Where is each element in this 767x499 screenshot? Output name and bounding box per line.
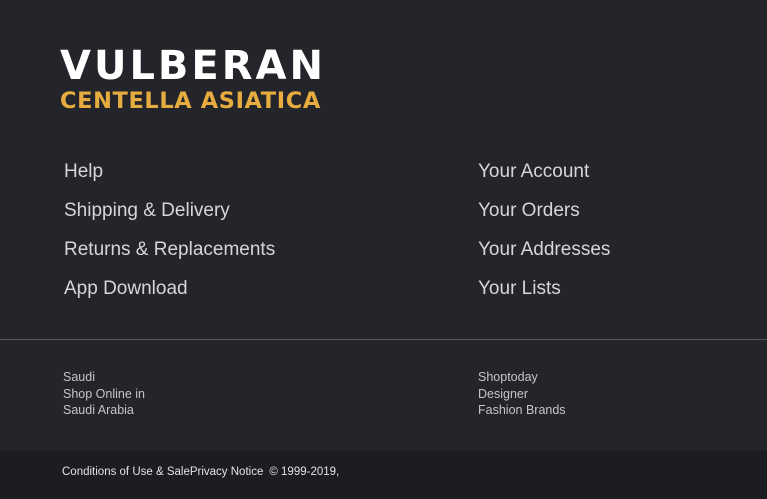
- brand-title: VULBERAN: [60, 43, 326, 89]
- promo-line-2: Designer: [478, 386, 529, 401]
- footer-link-help[interactable]: Help: [64, 158, 275, 197]
- promo-line-3: Fashion Brands: [478, 403, 566, 417]
- footer-divider: [0, 339, 767, 340]
- privacy-notice-link[interactable]: Privacy Notice: [190, 466, 264, 478]
- promo-link[interactable]: Shoptoday Designer Fashion Brands: [478, 369, 566, 419]
- footer-main: VULBERAN CENTELLA ASIATICA Help Shipping…: [0, 0, 767, 339]
- region-line-3: Saudi Arabia: [63, 403, 134, 417]
- help-links-list: Help Shipping & Delivery Returns & Repla…: [64, 158, 275, 314]
- footer-link-shipping-delivery[interactable]: Shipping & Delivery: [64, 197, 275, 236]
- account-links-list: Your Account Your Orders Your Addresses …: [478, 158, 610, 314]
- copyright-text: © 1999-2019,: [269, 466, 340, 478]
- region-line-2: Shop Online in: [63, 386, 146, 401]
- footer-link-your-lists[interactable]: Your Lists: [478, 275, 610, 314]
- brand-logo[interactable]: VULBERAN CENTELLA ASIATICA: [60, 44, 326, 114]
- footer-link-returns-replacements[interactable]: Returns & Replacements: [64, 236, 275, 275]
- promo-line-1: Shoptoday: [478, 370, 538, 384]
- region-link[interactable]: Saudi Shop Online in Saudi Arabia: [63, 369, 145, 419]
- footer-link-your-account[interactable]: Your Account: [478, 158, 610, 197]
- footer-link-your-addresses[interactable]: Your Addresses: [478, 236, 610, 275]
- footer-link-your-orders[interactable]: Your Orders: [478, 197, 610, 236]
- conditions-of-use-link[interactable]: Conditions of Use & Sale: [62, 466, 190, 478]
- legal-links: Conditions of Use & SalePrivacy Notice © …: [62, 466, 339, 478]
- region-line-1: Saudi: [63, 370, 95, 384]
- footer-link-app-download[interactable]: App Download: [64, 275, 275, 314]
- brand-subtitle: CENTELLA ASIATICA: [60, 88, 321, 114]
